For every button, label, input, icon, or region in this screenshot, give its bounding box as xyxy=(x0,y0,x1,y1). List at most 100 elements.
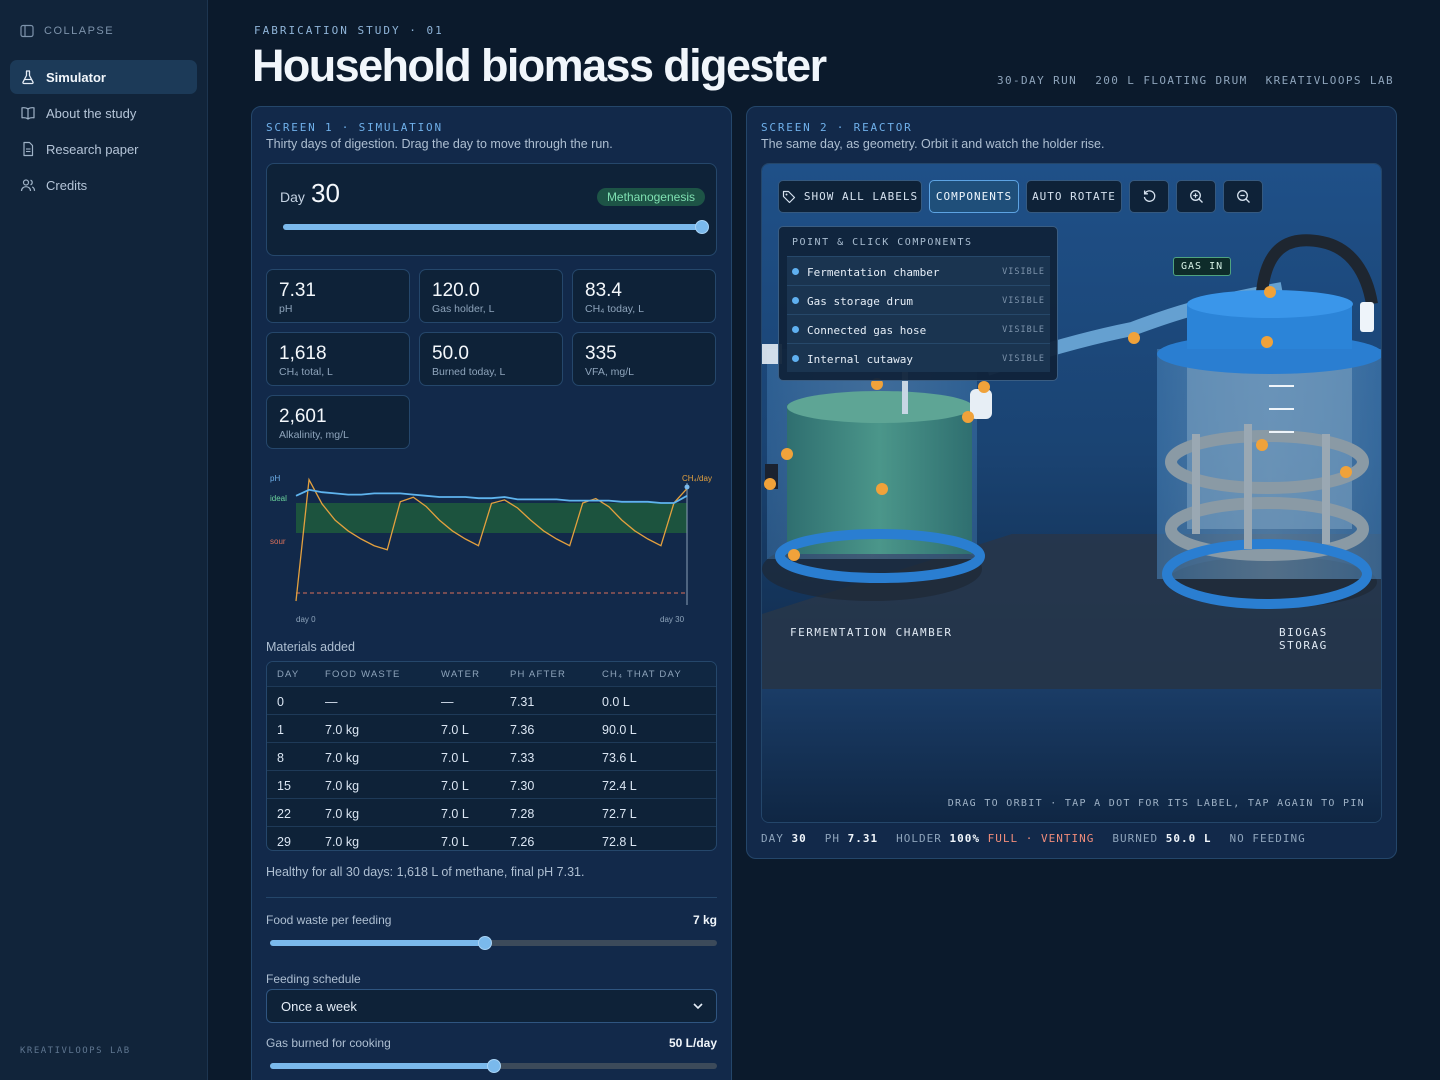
table-cell: 90.0 L xyxy=(602,723,637,737)
page-title: Household biomass digester xyxy=(252,40,827,91)
gas-burned-slider[interactable] xyxy=(270,1059,717,1073)
food-waste-slider-thumb[interactable] xyxy=(477,936,492,950)
ph-series-line xyxy=(295,488,688,504)
stat-label: Burned today, L xyxy=(432,366,506,378)
visible-dot-icon xyxy=(792,268,799,275)
sidebar-item-label: About the study xyxy=(46,105,137,121)
table-cell: 7.0 L xyxy=(441,723,469,737)
meta-run: 30-DAY RUN xyxy=(996,74,1078,87)
sidebar-item-label: Credits xyxy=(46,177,88,193)
table-cell: 7.31 xyxy=(510,695,535,709)
component-item-chamber[interactable]: Fermentation chamber VISIBLE xyxy=(787,256,1050,285)
gas-burned-slider-thumb[interactable] xyxy=(486,1059,501,1073)
table-cell: 7.30 xyxy=(510,779,535,793)
zoom-out-button[interactable] xyxy=(1223,180,1263,213)
ch4-axis-label: CH₄/day xyxy=(682,474,712,483)
table-header: DAY xyxy=(277,669,300,680)
day-label: Day xyxy=(280,189,305,205)
sidebar-footer: KREATIVLOOPS LAB xyxy=(20,1046,131,1056)
schedule-label: Feeding schedule xyxy=(266,972,361,986)
page-eyebrow: FABRICATION STUDY · 01 xyxy=(254,24,444,37)
status-ph-value: 7.31 xyxy=(847,832,879,845)
table-cell: 7.0 L xyxy=(441,835,469,849)
schedule-select[interactable]: Once a week xyxy=(266,989,717,1023)
status-holder: HOLDER 100% FULL · VENTING xyxy=(896,832,1094,845)
ideal-label: ideal xyxy=(270,494,287,503)
visible-dot-icon xyxy=(792,326,799,333)
table-cell: 0 xyxy=(277,695,284,709)
component-item-hose[interactable]: Connected gas hose VISIBLE xyxy=(787,314,1050,343)
stat-value: 7.31 xyxy=(279,280,316,301)
current-day-marker xyxy=(684,484,690,490)
table-cell: 7.0 kg xyxy=(325,779,360,793)
fermentation-chamber-label: FERMENTATION CHAMBER xyxy=(790,626,953,639)
divider xyxy=(266,897,717,898)
status-holder-value: 100% xyxy=(949,832,980,845)
stat-label: CH₄ total, L xyxy=(279,366,333,378)
status-ph-label: PH xyxy=(824,832,840,845)
sidebar-item-simulator[interactable]: Simulator xyxy=(10,60,197,94)
reset-view-button[interactable] xyxy=(1129,180,1169,213)
stat-ch4-total: 1,618 CH₄ total, L xyxy=(266,332,410,386)
reactor-panel: SCREEN 2 · REACTOR The same day, as geom… xyxy=(746,106,1397,859)
table-cell: 8 xyxy=(277,751,284,765)
materials-table: DAY FOOD WASTE WATER PH AFTER CH₄ THAT D… xyxy=(266,661,717,851)
sidebar-item-about[interactable]: About the study xyxy=(10,96,197,130)
ideal-band xyxy=(296,503,687,533)
food-waste-slider[interactable] xyxy=(270,936,717,950)
collapse-button[interactable]: COLLAPSE xyxy=(20,24,114,38)
component-name: Gas storage drum xyxy=(807,295,913,308)
show-all-labels-button[interactable]: SHOW ALL LABELS xyxy=(778,180,922,213)
table-cell: 7.33 xyxy=(510,751,535,765)
stat-label: VFA, mg/L xyxy=(585,366,635,378)
component-name: Fermentation chamber xyxy=(807,266,940,279)
biogas-storage-label: BIOGAS STORAG xyxy=(1279,626,1328,652)
table-cell: 7.0 L xyxy=(441,751,469,765)
table-cell: 7.0 kg xyxy=(325,751,360,765)
collapse-label: COLLAPSE xyxy=(44,25,115,37)
reactor-status-bar: DAY 30 PH 7.31 HOLDER 100% FULL · VENTIN… xyxy=(761,832,1306,845)
table-cell: 22 xyxy=(277,807,291,821)
stat-burned-today: 50.0 Burned today, L xyxy=(419,332,563,386)
status-burned-label: BURNED xyxy=(1112,832,1159,845)
component-item-cutaway[interactable]: Internal cutaway VISIBLE xyxy=(787,343,1050,372)
meta-drum: 200 L FLOATING DRUM xyxy=(1095,74,1248,87)
status-ph: PH 7.31 xyxy=(825,832,878,845)
visible-dot-icon xyxy=(792,355,799,362)
component-name: Connected gas hose xyxy=(807,324,927,337)
run-summary: Healthy for all 30 days: 1,618 L of meth… xyxy=(266,865,585,879)
sidebar-item-label: Research paper xyxy=(46,141,139,157)
reactor-3d-view[interactable]: SHOW ALL LABELS COMPONENTS AUTO ROTATE P… xyxy=(761,163,1382,823)
components-label: COMPONENTS xyxy=(935,190,1013,203)
zoom-in-button[interactable] xyxy=(1176,180,1216,213)
table-cell: 7.28 xyxy=(510,807,535,821)
day-value: 30 xyxy=(311,178,340,208)
day-slider-thumb[interactable] xyxy=(695,220,709,234)
stat-value: 83.4 xyxy=(585,280,622,301)
table-cell: 7.0 kg xyxy=(325,807,360,821)
day-slider-fill xyxy=(283,224,702,230)
component-item-drum[interactable]: Gas storage drum VISIBLE xyxy=(787,285,1050,314)
status-feeding: NO FEEDING xyxy=(1229,832,1306,845)
components-button[interactable]: COMPONENTS xyxy=(929,180,1019,213)
simulation-subtitle: Thirty days of digestion. Drag the day t… xyxy=(266,137,613,151)
table-cell: 1 xyxy=(277,723,284,737)
sidebar-item-paper[interactable]: Research paper xyxy=(10,132,197,166)
page-meta: 30-DAY RUN 200 L FLOATING DRUM KREATIVLO… xyxy=(997,74,1394,87)
day-slider[interactable] xyxy=(283,220,709,234)
sidebar-item-credits[interactable]: Credits xyxy=(10,168,197,202)
panel-icon xyxy=(20,24,34,38)
table-cell: 29 xyxy=(277,835,291,849)
sidebar-nav: Simulator About the study Research paper… xyxy=(10,60,197,204)
simulation-panel: SCREEN 1 · SIMULATION Thirty days of dig… xyxy=(251,106,732,1080)
chevron-down-icon xyxy=(693,1003,703,1010)
table-cell: — xyxy=(325,695,338,709)
auto-rotate-button[interactable]: AUTO ROTATE xyxy=(1026,180,1122,213)
status-holder-label: HOLDER xyxy=(896,832,942,845)
stat-value: 335 xyxy=(585,343,617,364)
component-name: Internal cutaway xyxy=(807,353,913,366)
table-row: 15 7.0 kg 7.0 L 7.30 72.4 L xyxy=(267,770,716,798)
food-waste-slider-fill xyxy=(270,940,485,946)
meta-lab: KREATIVLOOPS LAB xyxy=(1265,74,1394,87)
reset-icon xyxy=(1143,190,1155,202)
